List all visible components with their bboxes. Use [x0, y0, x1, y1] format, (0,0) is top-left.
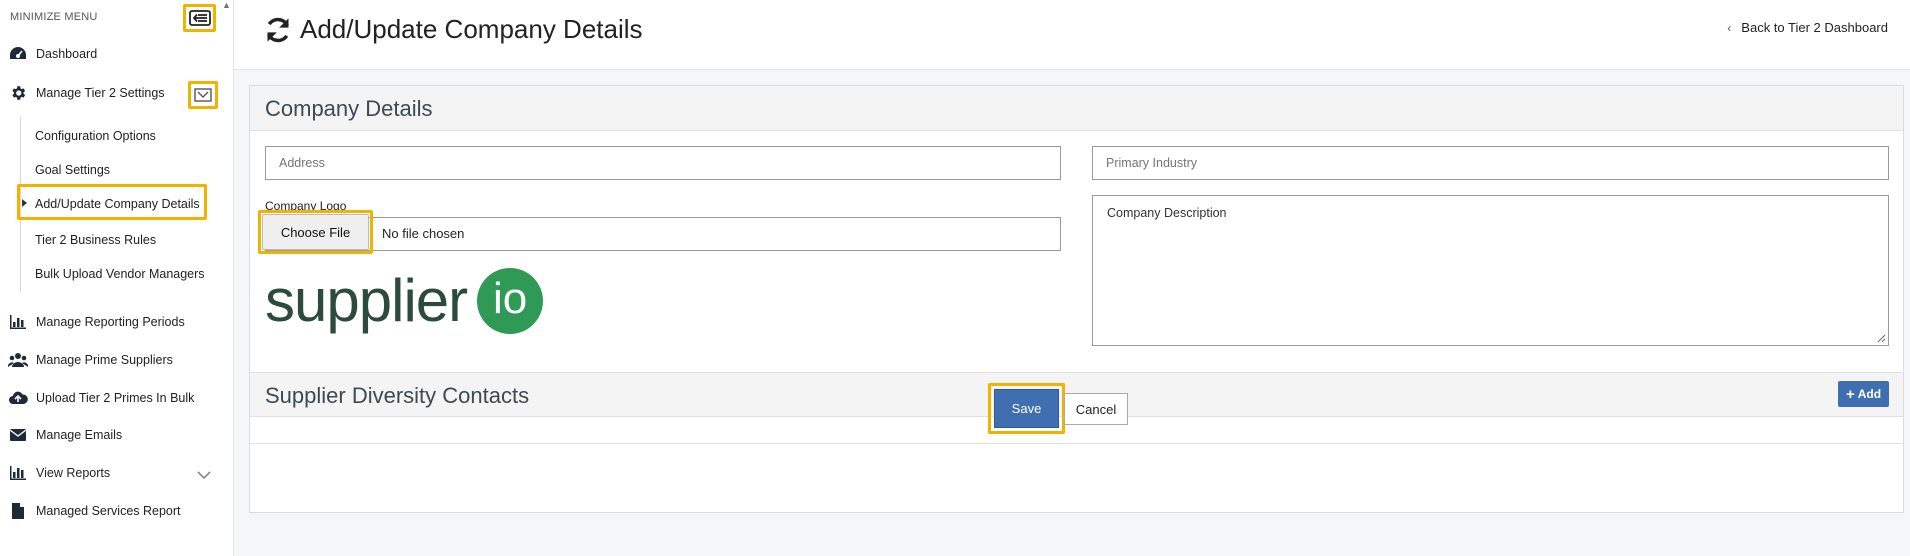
- expand-submenu-button[interactable]: [188, 81, 218, 109]
- sidebar-item-label: Managed Services Report: [36, 504, 181, 518]
- address-input[interactable]: [265, 146, 1061, 180]
- add-contact-button[interactable]: + Add: [1838, 381, 1889, 407]
- company-description-textarea[interactable]: Company Description: [1092, 195, 1889, 346]
- sidebar: MINIMIZE MENU ▲ Dashboard Manage Tier 2 …: [0, 0, 234, 556]
- plus-icon: +: [1845, 385, 1855, 403]
- chevron-left-icon: ‹: [1727, 20, 1732, 35]
- sidebar-item-label: Manage Emails: [36, 428, 123, 442]
- sidebar-item-label: Manage Reporting Periods: [36, 315, 185, 329]
- no-file-chosen-text: No file chosen: [382, 226, 465, 241]
- main-content: Company Details Company Logo Choose File…: [234, 70, 1910, 556]
- company-description-placeholder: Company Description: [1107, 206, 1227, 220]
- company-details-panel: Company Details Company Logo Choose File…: [249, 85, 1904, 513]
- bar-chart-icon: [8, 312, 28, 332]
- back-to-dashboard-link[interactable]: ‹ Back to Tier 2 Dashboard: [1727, 20, 1888, 35]
- cancel-button[interactable]: Cancel: [1064, 393, 1128, 425]
- primary-industry-input[interactable]: [1092, 146, 1889, 180]
- logo-badge: io: [477, 268, 544, 334]
- logo-wordmark: supplier: [265, 267, 468, 334]
- contacts-section-title: Supplier Diversity Contacts: [265, 383, 530, 408]
- submenu-item-business-rules[interactable]: Tier 2 Business Rules: [35, 233, 156, 247]
- add-button-label: Add: [1857, 387, 1882, 401]
- company-details-header: Company Details: [250, 86, 1903, 131]
- sidebar-item-dashboard[interactable]: Dashboard: [8, 43, 97, 65]
- back-link-label: Back to Tier 2 Dashboard: [1741, 20, 1888, 35]
- page-title-text: Add/Update Company Details: [300, 14, 643, 44]
- submenu-item-bulk-upload-vendor-managers[interactable]: Bulk Upload Vendor Managers: [35, 267, 205, 281]
- minimize-menu-label: MINIMIZE MENU: [10, 11, 98, 23]
- users-icon: [8, 350, 28, 370]
- sidebar-item-label: Manage Tier 2 Settings: [36, 86, 165, 100]
- sidebar-item-label: Manage Prime Suppliers: [36, 353, 173, 367]
- sidebar-item-view-reports[interactable]: View Reports: [8, 462, 110, 484]
- chevron-down-icon[interactable]: [196, 468, 212, 483]
- sidebar-item-label: Upload Tier 2 Primes In Bulk: [36, 391, 195, 405]
- section-title: Company Details: [265, 96, 433, 121]
- envelope-icon: [8, 425, 28, 445]
- save-button[interactable]: Save: [994, 389, 1059, 428]
- sidebar-item-label: Dashboard: [36, 47, 98, 61]
- choose-file-button[interactable]: Choose File: [262, 214, 369, 250]
- refresh-icon: [267, 17, 289, 42]
- company-logo-image: supplier io: [265, 267, 544, 334]
- submenu-item-goal-settings[interactable]: Goal Settings: [35, 163, 110, 177]
- dashboard-icon: [8, 44, 28, 64]
- sidebar-item-label: View Reports: [36, 466, 111, 480]
- report-chart-icon: [8, 463, 28, 483]
- sidebar-item-manage-emails[interactable]: Manage Emails: [8, 424, 122, 446]
- caret-right-icon: [22, 199, 27, 207]
- sidebar-item-upload-primes[interactable]: Upload Tier 2 Primes In Bulk: [8, 387, 194, 409]
- gear-icon: [8, 83, 28, 103]
- sidebar-item-prime-suppliers[interactable]: Manage Prime Suppliers: [8, 349, 173, 371]
- sidebar-item-reporting-periods[interactable]: Manage Reporting Periods: [8, 311, 185, 333]
- submenu-item-configuration-options[interactable]: Configuration Options: [35, 129, 156, 143]
- scroll-up-icon[interactable]: ▲: [222, 0, 231, 10]
- page-title: Add/Update Company Details: [264, 14, 643, 45]
- file-icon: [8, 501, 28, 521]
- minimize-menu-button[interactable]: [183, 4, 216, 32]
- page-header: Add/Update Company Details ‹ Back to Tie…: [234, 0, 1910, 70]
- sidebar-item-managed-services-report[interactable]: Managed Services Report: [8, 500, 181, 522]
- sidebar-item-tier2-settings[interactable]: Manage Tier 2 Settings: [8, 82, 165, 104]
- collapse-menu-icon: [188, 10, 211, 26]
- submenu-item-company-details[interactable]: Add/Update Company Details: [35, 197, 200, 211]
- chevron-down-icon: [194, 88, 212, 102]
- cloud-upload-icon: [8, 388, 28, 408]
- resize-handle-icon[interactable]: [1876, 333, 1886, 343]
